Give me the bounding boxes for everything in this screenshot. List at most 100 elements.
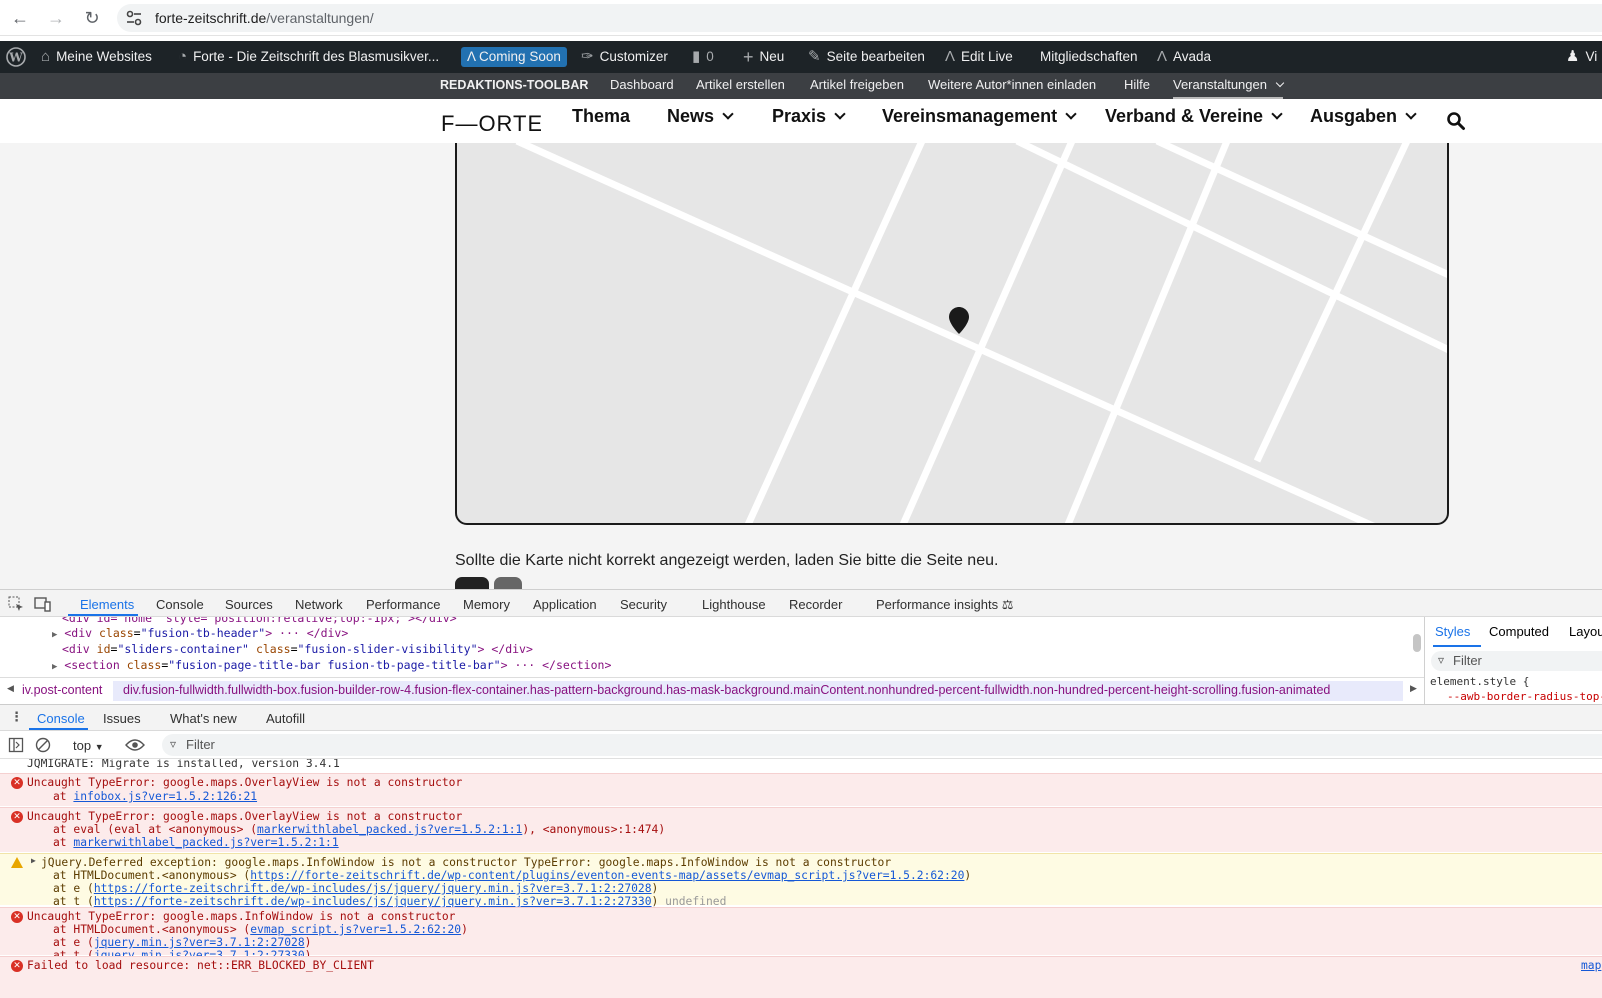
tab-console[interactable]: Console xyxy=(156,597,204,612)
edit-page-link[interactable]: ✎ Seite bearbeiten xyxy=(808,41,925,73)
nav-vereinsmanagement[interactable]: Vereinsmanagement xyxy=(882,106,1077,127)
active-tab-underline xyxy=(68,614,138,616)
tab-lighthouse[interactable]: Lighthouse xyxy=(702,597,766,612)
address-bar[interactable]: forte-zeitschrift.de/veranstaltungen/ xyxy=(117,4,1602,32)
expand-triangle-icon[interactable]: ▶ xyxy=(31,856,36,865)
site-name-menu[interactable]: ◔ Forte - Die Zeitschrift des Blasmusikv… xyxy=(178,41,439,73)
edit-live-link[interactable]: Λ Edit Live xyxy=(945,41,1013,73)
dom-attr-value: "fusion-slider-visibility" xyxy=(297,642,478,656)
drawer-tab-autofill[interactable]: Autofill xyxy=(266,711,305,726)
breadcrumb-selected[interactable]: div.fusion-fullwidth.fullwidth-box.fusio… xyxy=(123,683,1330,697)
tab-sources[interactable]: Sources xyxy=(225,597,273,612)
tab-styles[interactable]: Styles xyxy=(1435,624,1470,639)
console-error-4: ✕ Failed to load resource: net::ERR_BLOC… xyxy=(0,956,1602,998)
sidebar-toggle-icon[interactable] xyxy=(8,737,24,753)
customizer-link[interactable]: ✑ Customizer xyxy=(581,41,668,73)
redaktion-hilfe-link[interactable]: Hilfe xyxy=(1124,73,1150,99)
url-text[interactable]: forte-zeitschrift.de/veranstaltungen/ xyxy=(155,10,374,26)
css-property[interactable]: --awb-border-radius-top- xyxy=(1447,690,1602,703)
live-expression-eye-icon[interactable] xyxy=(125,738,145,752)
url-path: /veranstaltungen/ xyxy=(266,10,374,26)
clear-console-icon[interactable] xyxy=(35,737,51,753)
tab-application[interactable]: Application xyxy=(533,597,597,612)
nav-ausgaben[interactable]: Ausgaben xyxy=(1310,106,1417,127)
tab-memory[interactable]: Memory xyxy=(463,597,510,612)
dom-node-home[interactable]: <div id="home" style="position:relative;… xyxy=(62,617,457,625)
redaktion-autoren-einladen-link[interactable]: Weitere Autor*innen einladen xyxy=(928,73,1096,99)
coming-soon-badge[interactable]: Λ Coming Soon xyxy=(461,47,567,67)
map-filter-button[interactable] xyxy=(455,577,489,589)
drawer-menu-icon[interactable]: ⋮ xyxy=(10,709,23,725)
stack-link[interactable]: evmap_script.js?ver=1.5.2:62:20 xyxy=(250,923,461,936)
map-marker-icon[interactable] xyxy=(949,307,969,335)
styles-tab-underline xyxy=(1433,645,1481,647)
scroll-right-icon[interactable]: ▶ xyxy=(1410,683,1417,694)
stack-link[interactable]: https://forte-zeitschrift.de/wp-includes… xyxy=(94,882,652,895)
console-filter-placeholder: Filter xyxy=(186,737,215,752)
stack-link[interactable]: markerwithlabel_packed.js?ver=1.5.2:1:1 xyxy=(73,836,338,849)
dom-node-page-title-bar[interactable]: ▶ <section class="fusion-page-title-bar … xyxy=(52,658,611,672)
new-content-menu[interactable]: + Neu xyxy=(743,41,784,73)
user-account-menu[interactable]: ♟ Vi xyxy=(1566,41,1597,73)
redaktion-artikel-erstellen-link[interactable]: Artikel erstellen xyxy=(696,73,785,99)
stack-link[interactable]: jquery.min.js?ver=3.7.1:2:27028 xyxy=(94,936,305,949)
event-map[interactable] xyxy=(455,143,1449,525)
redaktions-toolbar-title: REDAKTIONS-TOOLBAR xyxy=(440,78,589,92)
map-scroll-top-button[interactable] xyxy=(494,577,522,589)
memberships-link[interactable]: Mitgliedschaften xyxy=(1040,41,1138,73)
new-label: Neu xyxy=(759,49,785,64)
dom-node-sliders-container[interactable]: <div id="sliders-container" class="fusio… xyxy=(62,642,533,656)
console-filter-input[interactable]: ▿ Filter xyxy=(162,734,1602,756)
tab-elements[interactable]: Elements xyxy=(80,597,134,612)
tab-computed[interactable]: Computed xyxy=(1489,624,1549,639)
redaktion-veranstaltungen-menu[interactable]: Veranstaltungen xyxy=(1173,73,1284,99)
stack-link[interactable]: https://forte-zeitschrift.de/wp-content/… xyxy=(250,869,964,882)
expand-triangle-icon[interactable]: ▶ xyxy=(52,630,57,640)
nav-news[interactable]: News xyxy=(667,106,734,127)
url-host: forte-zeitschrift.de xyxy=(155,10,267,26)
nav-verband-vereine[interactable]: Verband & Vereine xyxy=(1105,106,1283,127)
forte-logo[interactable]: F—ORTE xyxy=(441,112,541,134)
tab-recorder[interactable]: Recorder xyxy=(789,597,842,612)
console-info-message: JQMIGRATE: Migrate is installed, version… xyxy=(27,759,340,770)
reload-icon[interactable]: ↻ xyxy=(80,6,104,30)
tab-performance[interactable]: Performance xyxy=(366,597,440,612)
house-icon: ⌂ xyxy=(41,48,51,65)
inspect-element-icon[interactable] xyxy=(8,596,24,612)
tab-performance-insights[interactable]: Performance insights ⚖ xyxy=(876,597,1013,613)
comments-link[interactable]: ▮ 0 xyxy=(692,41,714,73)
element-style-rule[interactable]: element.style { xyxy=(1430,675,1529,688)
tab-network[interactable]: Network xyxy=(295,597,343,612)
nav-thema[interactable]: Thema xyxy=(572,106,630,127)
expand-triangle-icon[interactable]: ▶ xyxy=(52,662,57,672)
drawer-tab-whats-new[interactable]: What's new xyxy=(170,711,237,726)
resource-source-link[interactable]: map xyxy=(1581,959,1601,972)
tab-layout[interactable]: Layout xyxy=(1569,624,1602,639)
elements-scrollbar[interactable] xyxy=(1413,634,1421,652)
nav-praxis[interactable]: Praxis xyxy=(772,106,846,127)
forward-icon[interactable]: → xyxy=(44,6,68,30)
drawer-tab-console[interactable]: Console xyxy=(37,711,85,726)
nav-thema-label: Thema xyxy=(572,106,631,126)
tab-security[interactable]: Security xyxy=(620,597,667,612)
redaktion-artikel-freigeben-link[interactable]: Artikel freigeben xyxy=(810,73,904,99)
stack-link[interactable]: infobox.js?ver=1.5.2:126:21 xyxy=(73,790,257,803)
breadcrumb-post-content[interactable]: iv.post-content xyxy=(22,683,102,697)
drawer-tab-issues[interactable]: Issues xyxy=(103,711,141,726)
wordpress-logo-icon[interactable]: W xyxy=(6,41,26,73)
user-name: Vi xyxy=(1585,49,1598,64)
my-sites-menu[interactable]: ⌂ Meine Websites xyxy=(41,41,152,73)
error-message: Uncaught TypeError: google.maps.OverlayV… xyxy=(27,776,463,789)
device-toolbar-icon[interactable] xyxy=(34,596,52,612)
dropdown-arrow-icon: ▼ xyxy=(94,742,104,752)
dom-node-fusion-tb-header[interactable]: ▶ <div class="fusion-tb-header"> ··· </d… xyxy=(52,626,348,640)
back-icon[interactable]: ← xyxy=(8,6,32,30)
avada-menu[interactable]: Λ Avada xyxy=(1157,41,1211,73)
redaktion-dashboard-link[interactable]: Dashboard xyxy=(610,73,674,99)
context-selector[interactable]: top ▼ xyxy=(73,738,104,753)
search-icon[interactable] xyxy=(1446,111,1466,131)
scroll-left-icon[interactable]: ◀ xyxy=(7,683,14,694)
stack-link[interactable]: markerwithlabel_packed.js?ver=1.5.2:1:1 xyxy=(257,823,522,836)
site-settings-icon[interactable] xyxy=(125,9,143,27)
styles-filter-input[interactable]: ▿ Filter xyxy=(1431,651,1602,671)
